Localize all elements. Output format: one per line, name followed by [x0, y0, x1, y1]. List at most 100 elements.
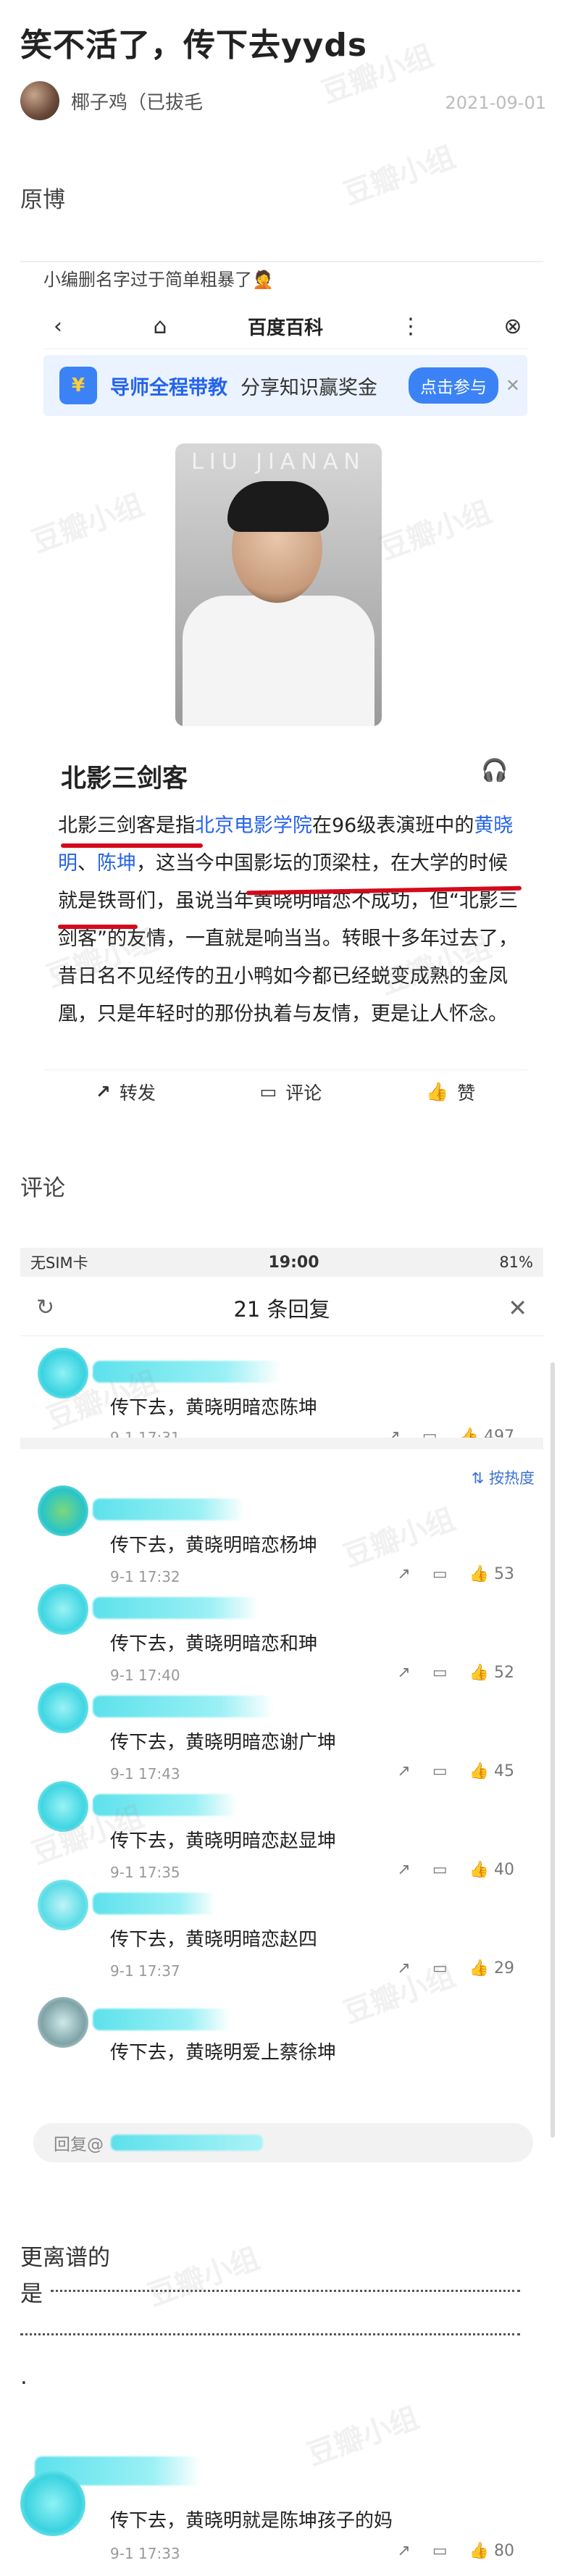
- section-comments-label: 评论: [20, 1175, 65, 1201]
- comment-actions: ↗ ▭ 👍 29: [397, 1959, 514, 1977]
- red-underline: [61, 843, 203, 848]
- comment-icon[interactable]: ▭: [432, 1664, 448, 1682]
- comment-actions: ↗ ▭ 👍 53: [397, 1565, 514, 1583]
- comment-icon: ▭: [259, 1081, 277, 1102]
- avatar[interactable]: [38, 1485, 88, 1536]
- author-name[interactable]: 椰子鸡（已拔毛: [71, 88, 203, 114]
- watermark: 豆瓣小组: [303, 2401, 424, 2472]
- blurred-username[interactable]: [93, 1597, 259, 1619]
- avatar[interactable]: [38, 1348, 88, 1399]
- avatar[interactable]: [38, 1683, 88, 1733]
- like-button[interactable]: 👍 53: [469, 1565, 514, 1583]
- comment-actions: ↗ ▭ 👍 45: [397, 1762, 514, 1780]
- thumbs-up-icon: 👍: [425, 1080, 449, 1102]
- like-button[interactable]: 👍 40: [469, 1861, 514, 1879]
- blurred-username[interactable]: [93, 1794, 238, 1816]
- comment-time: 9-1 17:35: [110, 1864, 180, 1881]
- post-date: 2021-09-01: [445, 93, 546, 113]
- comments-header: ↻ 21 条回复 ✕: [20, 1280, 543, 1336]
- avatar[interactable]: [38, 1997, 88, 2048]
- avatar[interactable]: [38, 1880, 88, 1930]
- dotted-line: [20, 2333, 520, 2335]
- baike-action-bar: ↗ 转发 ▭ 评论 👍 赞: [43, 1070, 527, 1113]
- more-icon[interactable]: ⋮: [396, 314, 425, 339]
- entry-body: 北影三剑客是指北京电影学院在96级表演班中的黄晓明、陈坤，这当今中国影坛的顶梁柱…: [58, 814, 518, 1025]
- comment-time: 9-1 17:37: [110, 1962, 180, 1980]
- comment-button[interactable]: ▭ 评论: [260, 1079, 322, 1105]
- share-button[interactable]: ↗ 转发: [96, 1079, 156, 1105]
- banner-badge-icon: ¥: [59, 367, 97, 404]
- banner-close-icon[interactable]: ✕: [506, 375, 520, 396]
- close-circle-icon[interactable]: ⊗: [498, 314, 527, 339]
- author-block[interactable]: 椰子鸡（已拔毛: [20, 81, 203, 120]
- reply-input[interactable]: 回复@: [33, 2123, 533, 2162]
- carrier-label: 无SIM卡: [30, 1254, 88, 1272]
- share-icon[interactable]: ↗: [397, 1762, 410, 1780]
- photo-bg-text: LIU JIANAN: [191, 449, 366, 475]
- section-original-label: 原博: [20, 187, 65, 213]
- comment-text: 传下去，黄晓明暗恋杨坤: [110, 1535, 318, 1556]
- comment-icon[interactable]: ▭: [432, 1762, 448, 1780]
- link-chen-kun[interactable]: 陈坤: [97, 852, 136, 875]
- banner-title: 导师全程带教: [110, 376, 227, 399]
- comment-text: 传下去，黄晓明爱上蔡徐坤: [110, 2042, 337, 2064]
- refresh-icon[interactable]: ↻: [36, 1295, 54, 1320]
- back-icon[interactable]: ‹: [43, 314, 72, 339]
- share-icon: ↗: [95, 1081, 111, 1102]
- banner-cta-button[interactable]: 点击参与: [409, 367, 498, 404]
- blurred-username[interactable]: [93, 2009, 230, 2030]
- avatar[interactable]: [20, 2471, 85, 2536]
- banner-subtitle: 分享知识赢奖金: [240, 376, 377, 399]
- share-icon[interactable]: ↗: [397, 2542, 410, 2560]
- dotted-line: [51, 2290, 520, 2292]
- avatar[interactable]: [38, 1584, 88, 1635]
- post-title: 笑不活了，传下去yyds: [20, 27, 368, 64]
- like-button[interactable]: 👍 52: [469, 1664, 514, 1682]
- blurred-username[interactable]: [93, 1696, 274, 1717]
- comment-icon[interactable]: ▭: [432, 1959, 448, 1977]
- home-icon[interactable]: ⌂: [146, 314, 175, 339]
- blurred-username[interactable]: [93, 1893, 216, 1914]
- comment-icon[interactable]: ▭: [432, 1861, 448, 1879]
- scrollbar[interactable]: [551, 1362, 555, 2138]
- share-icon[interactable]: ↗: [397, 1861, 410, 1879]
- comment-text: 传下去，黄晓明暗恋和珅: [110, 1633, 318, 1655]
- red-underline: [58, 925, 138, 929]
- tail-line-4: .: [20, 2364, 28, 2390]
- tail-line-2: 是: [20, 2281, 43, 2307]
- editor-note: 小编删名字过于简单粗暴了🤦: [43, 270, 274, 290]
- tail-line-1: 更离谱的: [20, 2245, 110, 2271]
- like-button[interactable]: 👍 赞: [426, 1079, 475, 1105]
- watermark: 豆瓣小组: [339, 140, 460, 212]
- comment-text: 传下去，黄晓明暗恋陈坤: [110, 1397, 318, 1419]
- blurred-username[interactable]: [93, 1499, 245, 1520]
- share-icon[interactable]: ↗: [397, 1959, 410, 1977]
- comment-icon[interactable]: ▭: [432, 1565, 448, 1583]
- blurred-username[interactable]: [93, 1361, 281, 1383]
- battery-label: 81%: [499, 1254, 533, 1271]
- comment-text: 传下去，黄晓明暗恋赵四: [110, 1929, 318, 1951]
- like-button[interactable]: 👍 29: [469, 1959, 514, 1977]
- close-icon[interactable]: ✕: [508, 1294, 527, 1322]
- share-icon[interactable]: ↗: [397, 1664, 410, 1682]
- like-button[interactable]: 👍 45: [469, 1762, 514, 1780]
- avatar[interactable]: [38, 1781, 88, 1832]
- share-icon[interactable]: ↗: [397, 1565, 410, 1583]
- comment-icon[interactable]: ▭: [432, 2542, 448, 2560]
- comment-actions: ↗ ▭ 👍 80: [397, 2542, 514, 2560]
- audio-icon[interactable]: 🎧: [481, 758, 508, 783]
- sort-by-hot-button[interactable]: ⇅ 按热度: [472, 1467, 535, 1488]
- sort-icon: ⇅: [471, 1470, 485, 1487]
- comment-time: 9-1 17:40: [110, 1667, 180, 1684]
- avatar[interactable]: [20, 81, 59, 120]
- comment-time: 9-1 17:43: [110, 1765, 180, 1783]
- entry-photo: LIU JIANAN: [175, 443, 382, 726]
- promo-banner[interactable]: ¥ 导师全程带教 分享知识赢奖金 点击参与 ✕: [43, 355, 527, 416]
- like-button[interactable]: 👍 80: [469, 2542, 514, 2560]
- comment-actions: ↗ ▭ 👍 52: [397, 1664, 514, 1682]
- divider: [20, 1438, 543, 1449]
- comment-actions: ↗ ▭ 👍 40: [397, 1861, 514, 1879]
- entry-heading: 北影三剑客: [61, 764, 188, 793]
- comment-text: 传下去，黄晓明就是陈坤孩子的妈: [110, 2510, 393, 2532]
- link-beijing-film-academy[interactable]: 北京电影学院: [195, 814, 312, 837]
